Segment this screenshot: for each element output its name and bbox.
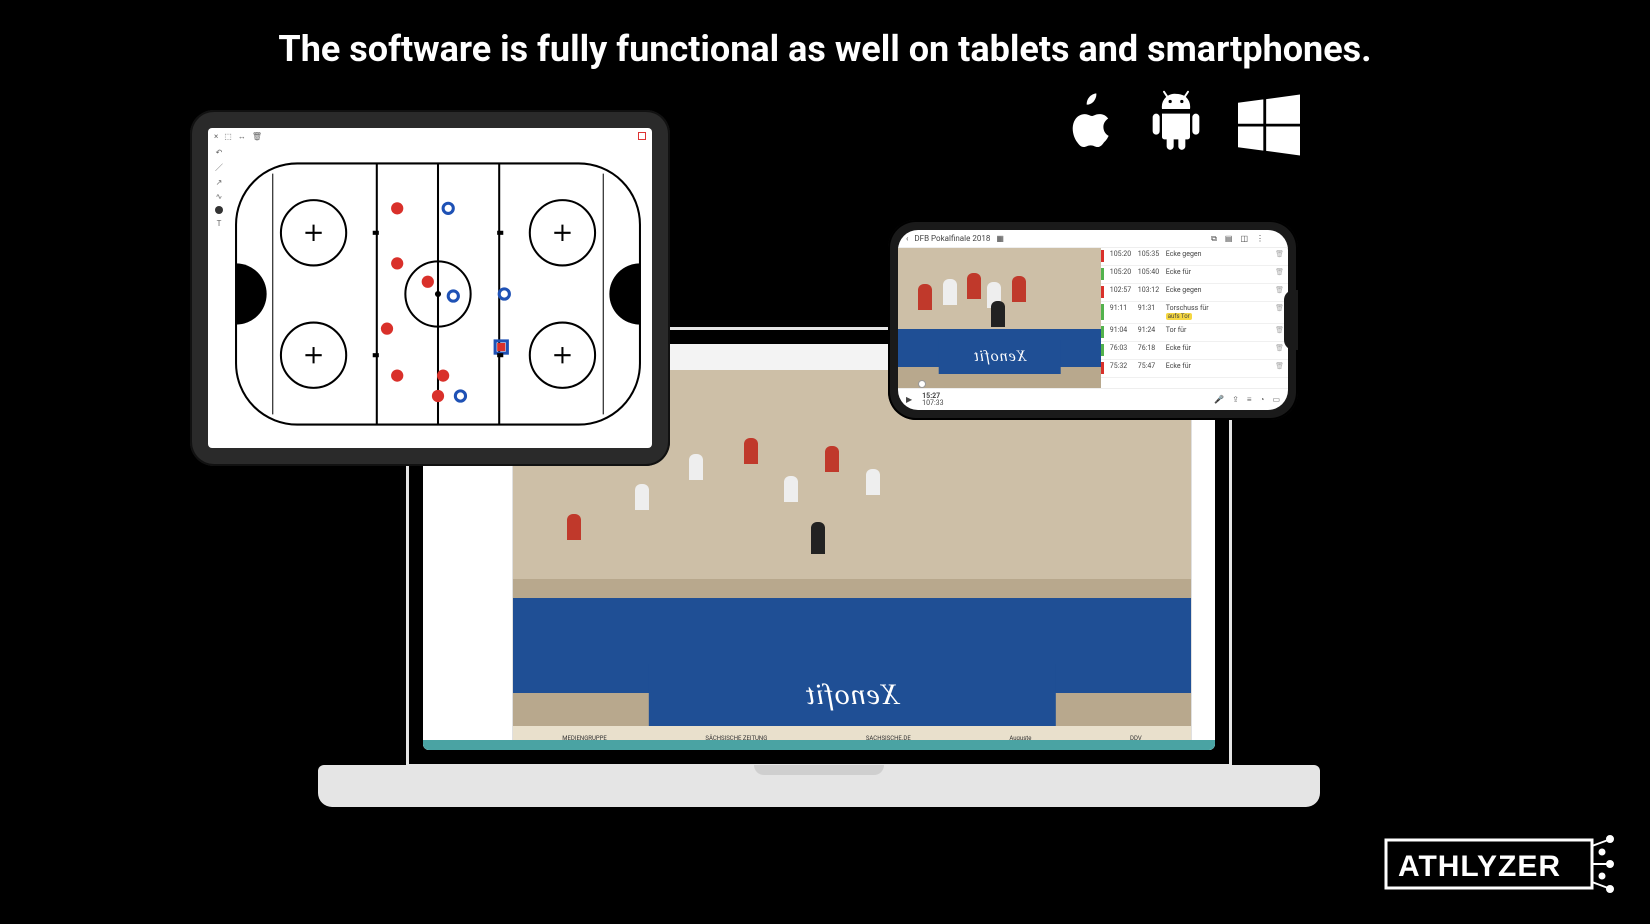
event-row[interactable]: 105:20 105:35 Ecke gegen 🗑 xyxy=(1101,248,1288,266)
delete-event-icon[interactable]: 🗑 xyxy=(1275,286,1284,294)
platform-icons xyxy=(1058,90,1300,160)
delete-event-icon[interactable]: 🗑 xyxy=(1275,268,1284,276)
back-button[interactable]: ‹ xyxy=(906,234,908,243)
phone-screen: ‹ DFB Pokalfinale 2018 ▦ ⧉ ▤ ◫ ⋮ xyxy=(898,230,1288,410)
event-row[interactable]: 102:57 103:12 Ecke gegen 🗑 xyxy=(1101,284,1288,302)
mic-icon[interactable]: 🎤 xyxy=(1214,395,1224,404)
tablet-device: × ⬚ ↔ 🗑 ↶ ／ ↗ ∿ T xyxy=(190,110,670,466)
apple-icon xyxy=(1058,90,1114,160)
phone-event-list: 105:20 105:35 Ecke gegen 🗑 105:20 105:40… xyxy=(1101,248,1288,388)
delete-tool-icon[interactable]: 🗑 xyxy=(252,132,262,141)
tablet-toolbar: × ⬚ ↔ 🗑 xyxy=(208,128,652,144)
total-time: 107:33 xyxy=(922,400,943,407)
event-row[interactable]: 105:20 105:40 Ecke für 🗑 xyxy=(1101,266,1288,284)
rink-banner: Xenofit xyxy=(649,664,1056,726)
delete-event-icon[interactable]: 🗑 xyxy=(1275,344,1284,352)
brand-logo: ATHLYZER xyxy=(1384,832,1614,900)
event-row[interactable]: 75:32 75:47 Ecke für 🗑 xyxy=(1101,360,1288,378)
move-tool-icon[interactable]: ↔ xyxy=(238,132,246,141)
event-row[interactable]: 91:11 91:31 Torschuss für aufs Tor 🗑 xyxy=(1101,302,1288,324)
android-icon xyxy=(1148,90,1204,160)
undo-icon[interactable]: ↶ xyxy=(216,148,223,157)
bookmark-icon[interactable]: ◫ xyxy=(1240,234,1248,244)
laptop-timeline[interactable] xyxy=(423,740,1215,750)
marker-tool-icon[interactable] xyxy=(215,206,223,214)
delete-event-icon[interactable]: 🗑 xyxy=(1275,304,1284,312)
delete-event-icon[interactable]: 🗑 xyxy=(1275,326,1284,334)
phone-playback-controls: ▶ 15:27 107:33 🎤 ⇪ ≡ ◔ ▭ xyxy=(898,388,1288,410)
record-indicator-icon xyxy=(638,132,646,140)
curve-tool-icon[interactable]: ∿ xyxy=(216,192,223,201)
tablet-tool-palette: ↶ ／ ↗ ∿ T xyxy=(212,148,226,228)
event-row[interactable]: 76:03 76:18 Ecke für 🗑 xyxy=(1101,342,1288,360)
clock-icon[interactable]: ◔ xyxy=(1260,395,1265,404)
phone-header: ‹ DFB Pokalfinale 2018 ▦ ⧉ ▤ ◫ ⋮ xyxy=(898,230,1288,248)
copy-icon[interactable]: ⧉ xyxy=(1211,234,1217,244)
select-tool-icon[interactable]: ⬚ xyxy=(224,132,232,141)
grid-icon[interactable]: ▦ xyxy=(996,234,1004,243)
svg-text:ATHLYZER: ATHLYZER xyxy=(1398,850,1561,883)
cast-icon[interactable]: ▭ xyxy=(1272,395,1280,404)
arrow-tool-icon[interactable]: ↗ xyxy=(216,178,223,187)
more-icon[interactable]: ⋮ xyxy=(1256,234,1264,244)
phone-title: DFB Pokalfinale 2018 xyxy=(914,234,990,243)
video-scrubber[interactable] xyxy=(898,380,1101,388)
phone-device: ‹ DFB Pokalfinale 2018 ▦ ⧉ ▤ ◫ ⋮ xyxy=(888,220,1298,420)
windows-icon xyxy=(1238,94,1300,160)
delete-event-icon[interactable]: 🗑 xyxy=(1275,250,1284,258)
delete-event-icon[interactable]: 🗑 xyxy=(1275,362,1284,370)
page-headline: The software is fully functional as well… xyxy=(278,28,1371,70)
text-tool-icon[interactable]: T xyxy=(217,219,222,228)
play-button[interactable]: ▶ xyxy=(906,395,912,404)
layers-icon[interactable]: ▤ xyxy=(1225,234,1233,244)
tablet-screen: × ⬚ ↔ 🗑 ↶ ／ ↗ ∿ T xyxy=(208,128,652,448)
event-row[interactable]: 91:04 91:24 Tor für 🗑 xyxy=(1101,324,1288,342)
hockey-rink-diagram[interactable] xyxy=(234,150,642,438)
list-icon[interactable]: ≡ xyxy=(1247,395,1252,404)
share-icon[interactable]: ⇪ xyxy=(1232,395,1239,404)
close-icon[interactable]: × xyxy=(214,132,218,141)
phone-rink-banner: Xenofit xyxy=(939,340,1061,374)
phone-video-frame: Xenofit xyxy=(898,248,1101,388)
line-tool-icon[interactable]: ／ xyxy=(215,162,223,173)
